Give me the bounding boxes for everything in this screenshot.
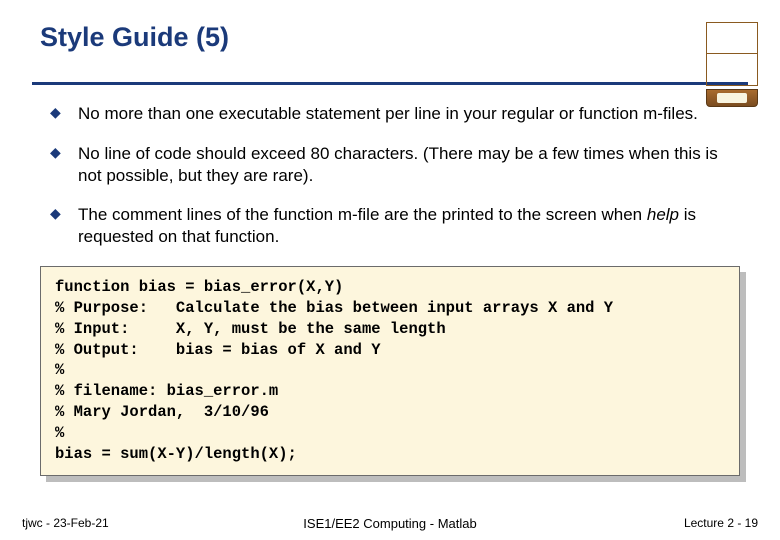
bullet-item: No line of code should exceed 80 charact… [50,143,738,187]
code-content: function bias = bias_error(X,Y) % Purpos… [40,266,740,476]
crest-logo [706,22,758,78]
bullet-list: No more than one executable statement pe… [32,103,748,248]
bullet-text: No line of code should exceed 80 charact… [78,144,718,185]
code-example: function bias = bias_error(X,Y) % Purpos… [40,266,740,476]
bullet-item: The comment lines of the function m-file… [50,204,738,248]
footer-left: tjwc - 23-Feb-21 [22,516,109,530]
footer-right: Lecture 2 - 19 [684,516,758,530]
bullet-text: No more than one executable statement pe… [78,104,698,123]
footer-center: ISE1/EE2 Computing - Matlab [303,516,476,531]
bullet-item: No more than one executable statement pe… [50,103,738,125]
header: Style Guide (5) [32,22,748,78]
slide: Style Guide (5) No more than one executa… [0,0,780,540]
title-rule [32,82,748,85]
footer: tjwc - 23-Feb-21 ISE1/EE2 Computing - Ma… [0,516,780,530]
bullet-text: The comment lines of the function m-file… [78,205,696,246]
slide-title: Style Guide (5) [32,22,229,53]
